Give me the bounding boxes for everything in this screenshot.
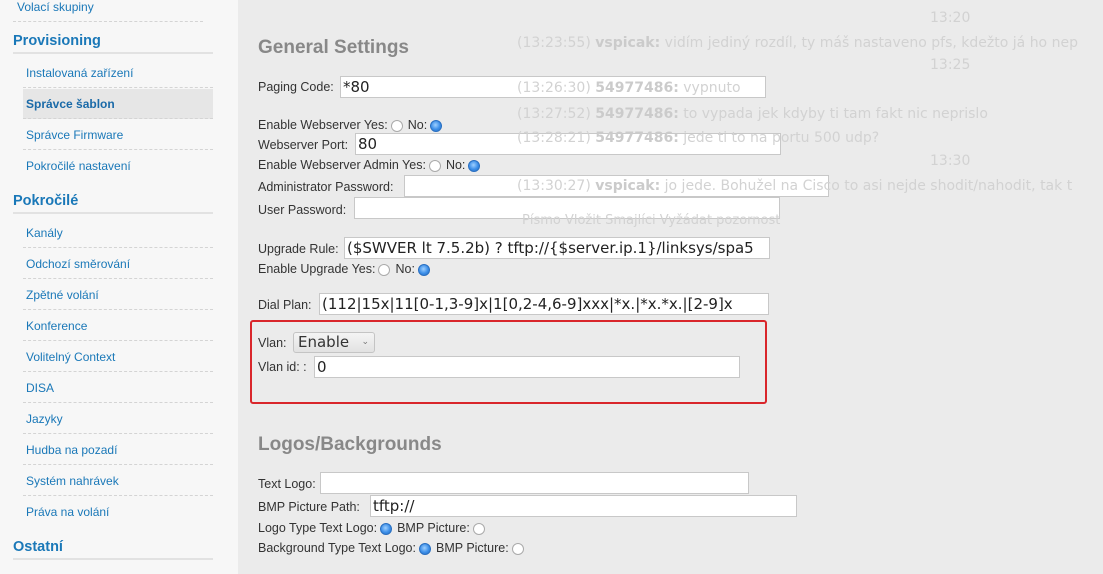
webserver-yes-radio[interactable] xyxy=(390,119,403,132)
sidebar-item-volaci-skupiny[interactable]: Volací skupiny xyxy=(13,0,203,22)
ghost-line: (13:23:55) vspicak: vidím jediný rozdíl,… xyxy=(517,35,1078,51)
bmp-path-label: BMP Picture Path: xyxy=(258,500,360,514)
vlan-select[interactable]: Enable ⌄ xyxy=(293,332,375,353)
dial-plan-label: Dial Plan: xyxy=(258,298,312,312)
sidebar-item-volitelny-context[interactable]: Volitelný Context xyxy=(23,342,213,372)
ghost-line: (13:27:52) 54977486: to vypada jek kdyby… xyxy=(517,106,988,122)
sidebar-item-odchozi-smerovani[interactable]: Odchozí směrování xyxy=(23,249,213,279)
bmp-path-input[interactable]: tftp:// xyxy=(370,495,797,517)
sidebar-item-spravce-sablon[interactable]: Správce šablon xyxy=(23,89,213,119)
background-type-row: Background Type Text Logo: BMP Picture: xyxy=(258,541,529,555)
logo-type-bmp-radio[interactable] xyxy=(472,522,485,535)
section-title-logos: Logos/Backgrounds xyxy=(258,434,442,455)
vlan-selected-value: Enable xyxy=(298,333,350,351)
sidebar-item-disa[interactable]: DISA xyxy=(23,373,213,403)
sidebar-item-zpetne-volani[interactable]: Zpětné volání xyxy=(23,280,213,310)
paging-code-label: Paging Code: xyxy=(258,80,334,94)
enable-admin-row: Enable Webserver Admin Yes: No: xyxy=(258,158,485,172)
admin-password-label: Administrator Password: xyxy=(258,180,394,194)
upgrade-no-radio[interactable] xyxy=(417,263,430,276)
text-logo-label: Text Logo: xyxy=(258,477,316,491)
webserver-no-radio[interactable] xyxy=(430,119,443,132)
bg-type-bmp-radio[interactable] xyxy=(511,542,524,555)
sidebar-section-pokrocile: Pokročilé xyxy=(13,193,213,214)
sidebar: Volací skupiny Provisioning Instalovaná … xyxy=(0,0,238,574)
upgrade-yes-radio[interactable] xyxy=(378,263,391,276)
sidebar-item-system-nahravek[interactable]: Systém nahrávek xyxy=(23,466,213,496)
ghost-time: 13:30 xyxy=(930,153,971,169)
ghost-time: 13:20 xyxy=(930,10,971,26)
sidebar-item-konference[interactable]: Konference xyxy=(23,311,213,341)
dial-plan-input[interactable]: (112|15x|11[0-1,3-9]x|1[0,2-4,6-9]xxx|*x… xyxy=(319,293,769,315)
vlan-id-label: Vlan id: : xyxy=(258,360,307,374)
paging-code-input[interactable]: *80 xyxy=(340,76,766,98)
sidebar-section-provisioning: Provisioning xyxy=(13,33,213,54)
sidebar-item-instalovana-zarizeni[interactable]: Instalovaná zařízení xyxy=(23,58,213,88)
enable-upgrade-row: Enable Upgrade Yes: No: xyxy=(258,262,435,276)
logo-type-row: Logo Type Text Logo: BMP Picture: xyxy=(258,521,490,535)
user-password-label: User Password: xyxy=(258,203,347,217)
admin-no-radio[interactable] xyxy=(468,159,481,172)
sidebar-item-hudba-na-pozadi[interactable]: Hudba na pozadí xyxy=(23,435,213,465)
sidebar-section-ostatni: Ostatní xyxy=(13,539,213,560)
sidebar-item-kanaly[interactable]: Kanály xyxy=(23,218,213,248)
bg-type-text-radio[interactable] xyxy=(418,542,431,555)
sidebar-item-pokrocile-nastaveni[interactable]: Pokročilé nastavení xyxy=(23,151,213,181)
upgrade-rule-label: Upgrade Rule: xyxy=(258,242,339,256)
text-logo-input[interactable] xyxy=(320,472,749,494)
admin-yes-radio[interactable] xyxy=(428,159,441,172)
ghost-time: 13:25 xyxy=(930,57,971,73)
sidebar-item-jazyky[interactable]: Jazyky xyxy=(23,404,213,434)
chevron-down-icon: ⌄ xyxy=(361,337,369,347)
user-password-input[interactable] xyxy=(354,197,780,219)
enable-webserver-row: Enable Webserver Yes: No: xyxy=(258,118,447,132)
logo-type-text-radio[interactable] xyxy=(380,522,393,535)
sidebar-item-prava-na-volani[interactable]: Práva na volání xyxy=(23,497,213,527)
section-title-general: General Settings xyxy=(258,37,409,58)
admin-password-input[interactable] xyxy=(404,175,829,197)
upgrade-rule-input[interactable]: ($SWVER lt 7.5.2b) ? tftp://{$server.ip.… xyxy=(344,237,770,259)
sidebar-item-spravce-firmware[interactable]: Správce Firmware xyxy=(23,120,213,150)
webserver-port-input[interactable]: 80 xyxy=(355,133,781,155)
vlan-id-input[interactable]: 0 xyxy=(314,356,740,378)
webserver-port-label: Webserver Port: xyxy=(258,138,349,152)
vlan-label: Vlan: xyxy=(258,336,287,350)
